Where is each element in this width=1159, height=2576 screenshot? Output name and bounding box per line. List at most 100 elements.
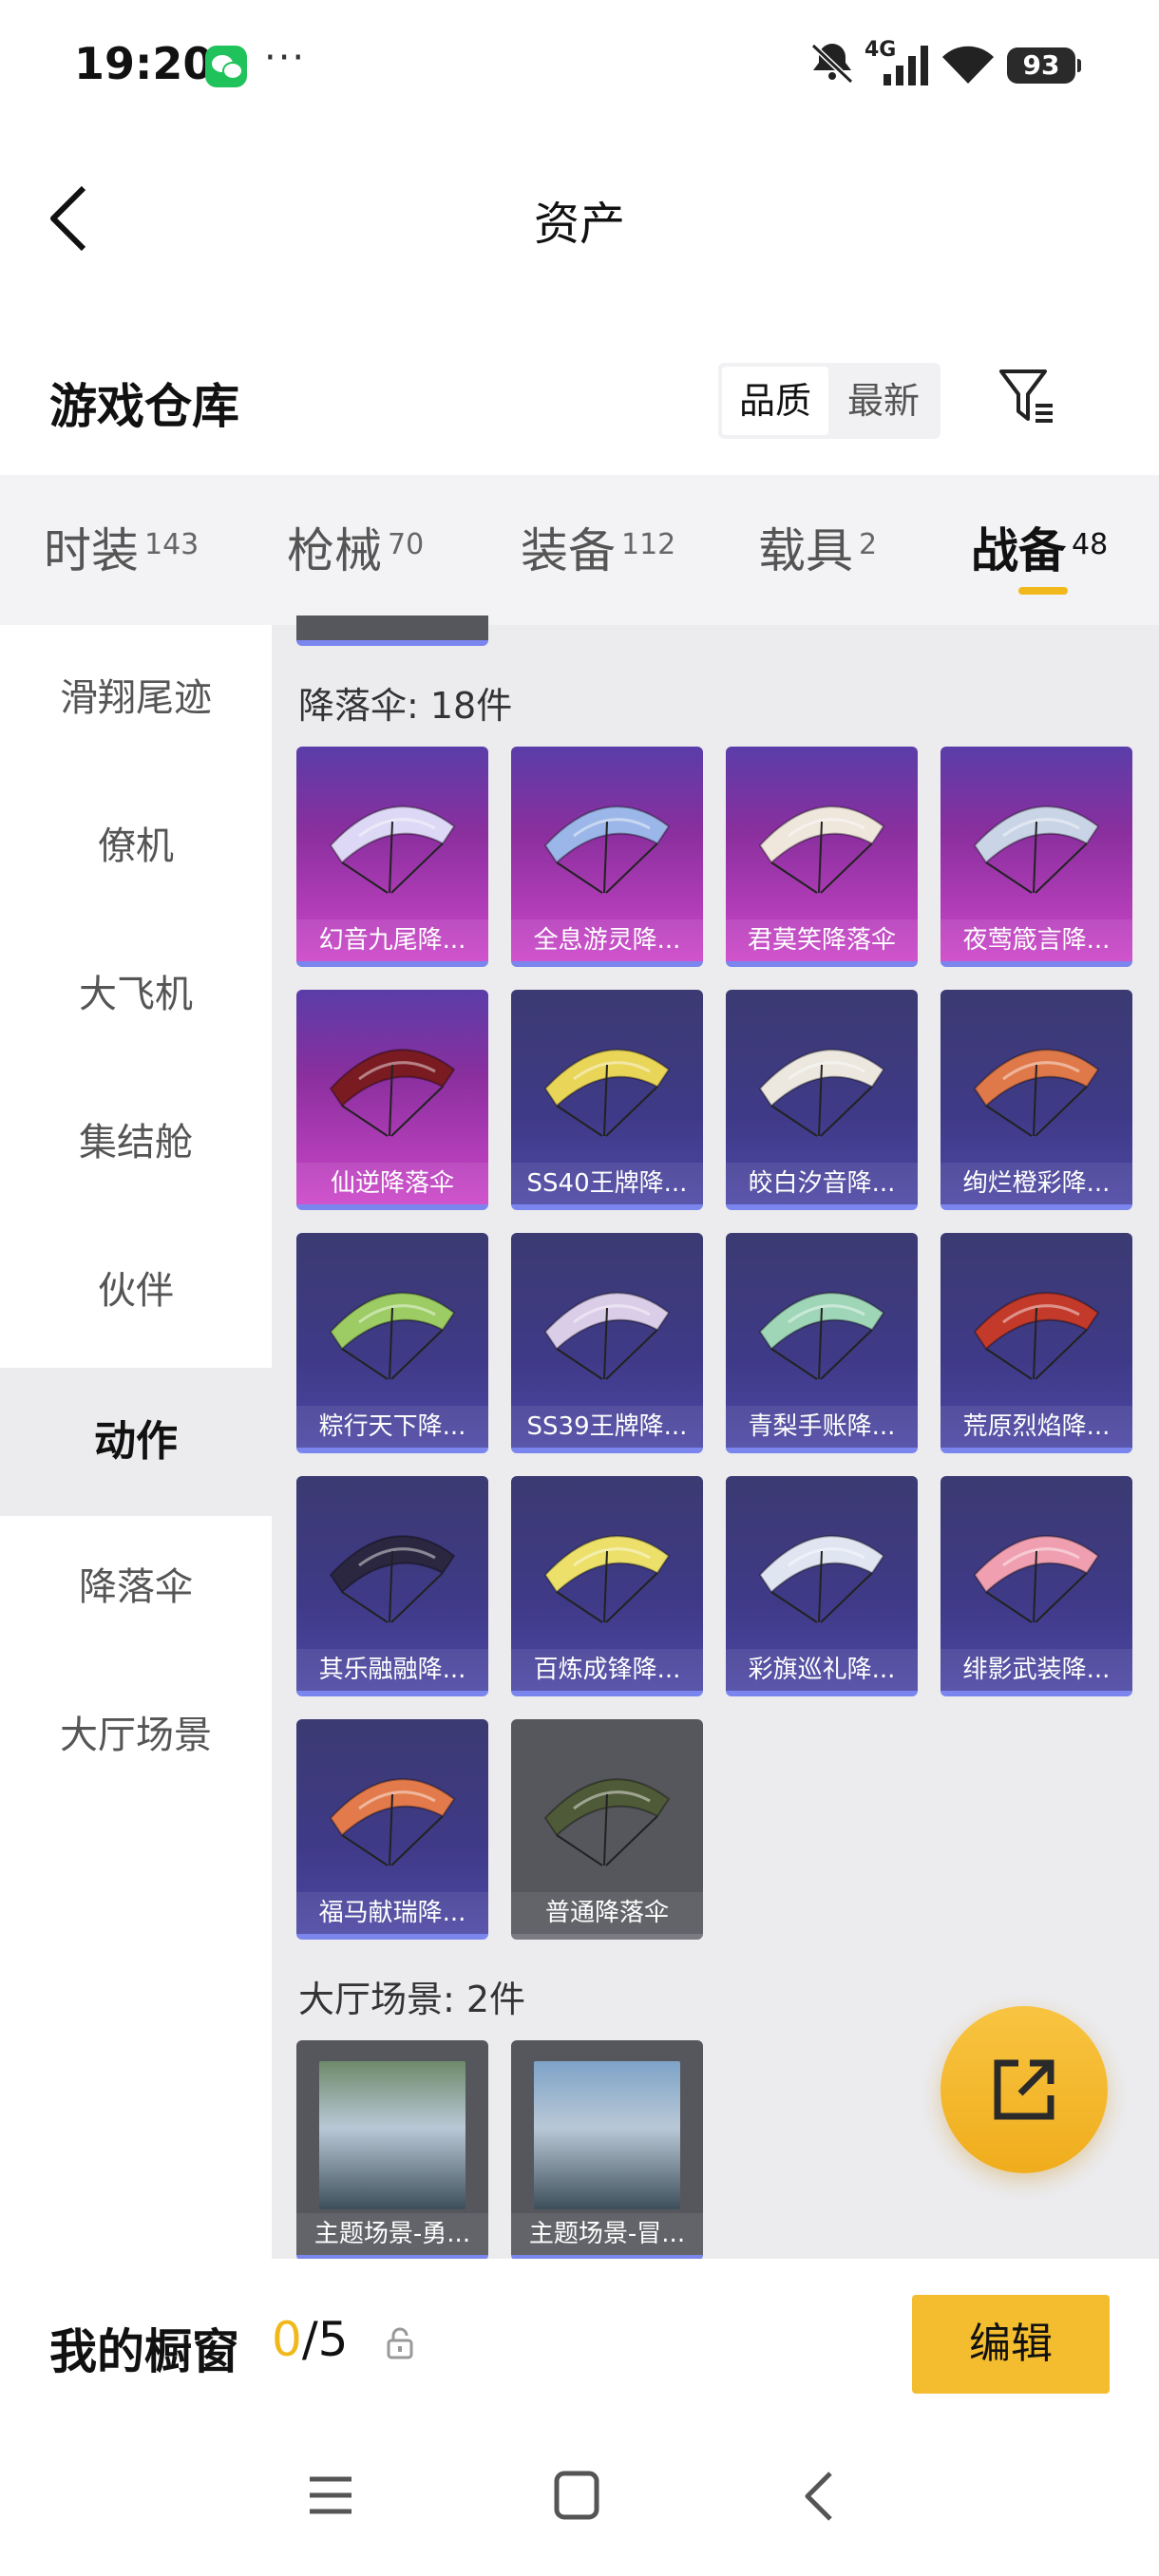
wechat-icon [205,46,247,87]
parachute-section-title: 降落伞: 18件 [298,685,513,727]
item-card-label: 普通降落伞 [511,1892,703,1934]
item-card[interactable]: 普通降落伞 [511,1719,703,1940]
parachute-icon [543,1535,671,1623]
sidebar-item-assembly-pod[interactable]: 集结舱 [0,1071,272,1214]
tab-fashion[interactable]: 时装 143 [44,513,199,581]
parachute-icon [543,1778,671,1866]
sidebar-item-airplane[interactable]: 大飞机 [0,923,272,1066]
item-card-label: 绚烂橙彩降... [940,1163,1132,1204]
parachute-icon [973,1535,1100,1623]
tab-equipment[interactable]: 装备 112 [521,513,675,581]
item-card[interactable]: 粽行天下降... [296,1233,488,1453]
scene-thumbnail [534,2061,680,2209]
item-card[interactable]: 百炼成锋降... [511,1476,703,1696]
item-card[interactable]: 皎白汐音降... [726,990,918,1210]
item-card[interactable]: 全息游灵降... [511,747,703,967]
tab-vehicles[interactable]: 载具 2 [758,513,877,581]
lobby-section-title: 大厅场景: 2件 [298,1979,526,2020]
sidebar-item-lobby-scene[interactable]: 大厅场景 [0,1664,272,1807]
lock-icon [387,2327,413,2359]
item-card-label: 绯影武装降... [940,1649,1132,1691]
parachute-icon [758,1535,885,1623]
parachute-icon [758,1292,885,1380]
parachute-icon [329,1292,456,1380]
status-time: 19:20 [74,38,214,89]
warehouse-title: 游戏仓库 [49,379,239,434]
item-card[interactable]: 幻音九尾降... [296,747,488,967]
page-title: 资产 [533,198,625,251]
item-card-label: 粽行天下降... [296,1406,488,1448]
parachute-icon [973,1292,1100,1380]
sidebar-item-parachute[interactable]: 降落伞 [0,1516,272,1658]
sort-quality-button[interactable]: 品质 [722,367,828,435]
parachute-icon [758,805,885,894]
sidebar-item-emotes[interactable]: 动作 [0,1368,272,1516]
item-card-label: 百炼成锋降... [511,1649,703,1691]
showcase-title: 我的橱窗 [49,2324,239,2379]
item-card[interactable]: 青梨手账降... [726,1233,918,1453]
parachute-icon [543,1049,671,1137]
tab-firearms[interactable]: 枪械 70 [287,513,424,581]
more-notifications-icon: ··· [264,36,307,80]
item-card[interactable]: SS39王牌降... [511,1233,703,1453]
sidebar-item-wingman[interactable]: 僚机 [0,775,272,918]
showcase-count: 0/5 [272,2312,348,2367]
sidebar-item-companion[interactable]: 伙伴 [0,1220,272,1362]
item-card[interactable]: SS40王牌降... [511,990,703,1210]
item-card[interactable]: 仙逆降落伞 [296,990,488,1210]
share-icon [994,2059,1054,2120]
filter-icon[interactable] [998,366,1058,426]
edit-button[interactable]: 编辑 [912,2295,1110,2394]
parachute-icon [329,805,456,894]
item-card[interactable]: 绯影武装降... [940,1476,1132,1696]
menu-icon[interactable] [306,2472,355,2519]
item-card[interactable]: 主题场景-勇... [296,2040,488,2261]
parachute-icon [543,805,671,894]
share-button[interactable] [940,2006,1108,2173]
parachute-icon [329,1778,456,1866]
item-card-label: SS40王牌降... [511,1163,703,1204]
active-tab-indicator [1018,587,1068,595]
item-card-label: 仙逆降落伞 [296,1163,488,1204]
item-card-label: 主题场景-冒... [511,2213,703,2255]
item-card-label: 夜莺箴言降... [940,919,1132,961]
sidebar-item-glide-trail[interactable]: 滑翔尾迹 [0,627,272,769]
battery-indicator: 93 [1007,47,1081,84]
item-card-label: 彩旗巡礼降... [726,1649,918,1691]
signal-icon [884,46,928,85]
item-card[interactable]: 荒原烈焰降... [940,1233,1132,1453]
mute-icon [810,43,854,85]
item-card-label: 幻音九尾降... [296,919,488,961]
partially-visible-card [296,616,488,646]
item-card[interactable]: 其乐融融降... [296,1476,488,1696]
sort-latest-button[interactable]: 最新 [828,367,939,435]
nav-back-icon[interactable] [800,2468,838,2525]
wifi-icon [942,46,994,84]
item-card[interactable]: 彩旗巡礼降... [726,1476,918,1696]
item-card-label: 君莫笑降落伞 [726,919,918,961]
item-card-label: 福马献瑞降... [296,1892,488,1934]
item-card-label: 主题场景-勇... [296,2213,488,2255]
system-nav-bar [0,2430,1159,2576]
item-card-label: SS39王牌降... [511,1406,703,1448]
parachute-icon [973,1049,1100,1137]
item-card[interactable]: 君莫笑降落伞 [726,747,918,967]
parachute-icon [329,1535,456,1623]
showcase-used: 0 [272,2312,302,2367]
item-card-label: 皎白汐音降... [726,1163,918,1204]
tab-battle-prep[interactable]: 战备 48 [971,513,1108,581]
item-card-label: 全息游灵降... [511,919,703,961]
item-card[interactable]: 夜莺箴言降... [940,747,1132,967]
home-icon[interactable] [553,2470,600,2521]
showcase-total: /5 [301,2312,349,2367]
item-card-label: 青梨手账降... [726,1406,918,1448]
scene-thumbnail [319,2061,466,2209]
item-card-label: 其乐融融降... [296,1649,488,1691]
item-card[interactable]: 福马献瑞降... [296,1719,488,1940]
screen: { "status_bar": {"time": "19:20", "netwo… [0,0,1159,2576]
parachute-icon [758,1049,885,1137]
item-card[interactable]: 主题场景-冒... [511,2040,703,2261]
parachute-icon [973,805,1100,894]
parachute-icon [329,1049,456,1137]
item-card[interactable]: 绚烂橙彩降... [940,990,1132,1210]
